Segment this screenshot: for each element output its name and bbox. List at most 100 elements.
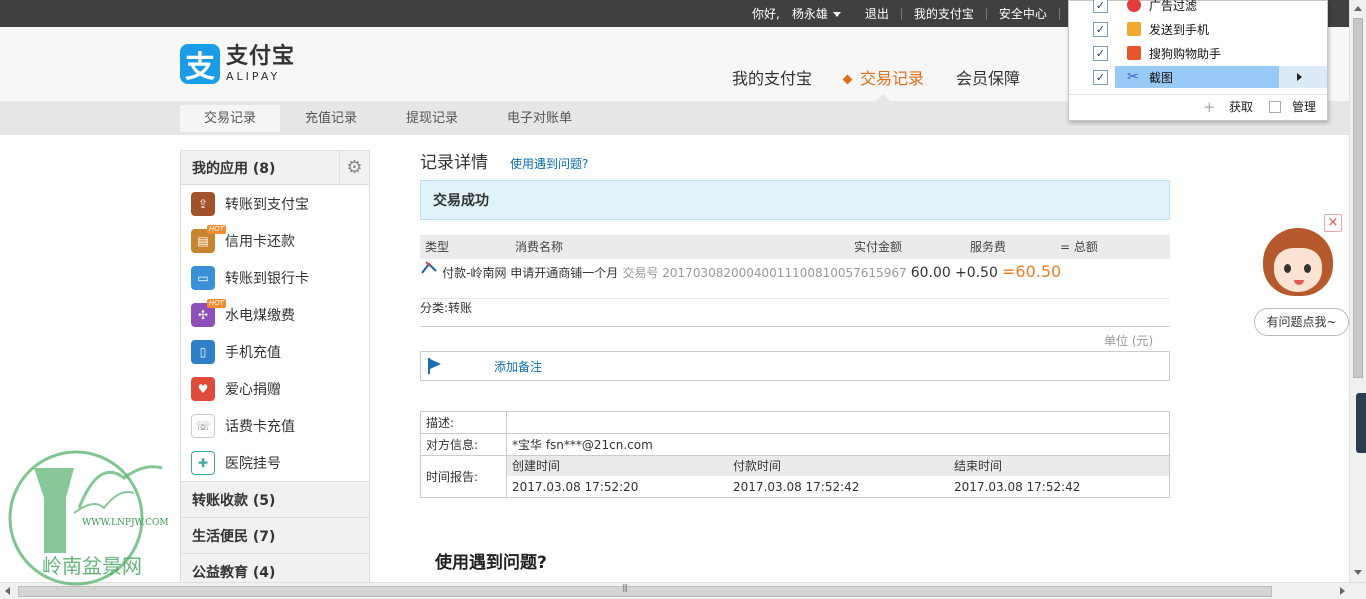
my-apps-header[interactable]: 我的应用 (8) ⚙ (181, 150, 369, 185)
scroll-down-icon[interactable] (1354, 570, 1362, 575)
phone-icon: ▯ (191, 339, 215, 364)
checkbox[interactable]: ✓ (1093, 69, 1108, 85)
party-row: 对方信息: *宝华 fsn***@21cn.com (421, 434, 1169, 456)
group-life[interactable]: 生活便民 (7) (181, 517, 369, 553)
gear-icon[interactable]: ⚙ (339, 150, 369, 185)
desc-label: 描述: (421, 412, 507, 433)
checkbox[interactable]: ✓ (1093, 0, 1108, 13)
app-utilities[interactable]: ✣ HOT 水电煤缴费 (181, 296, 369, 333)
scroll-thumb[interactable] (18, 586, 1272, 597)
app-phone-recharge[interactable]: ▯ 手机充值 (181, 333, 369, 370)
time-label: 时间报告: (421, 456, 507, 497)
nav-my-alipay[interactable]: 我的支付宝 (732, 65, 812, 89)
ad-filter-icon (1127, 0, 1141, 12)
menu-item-label: 搜狗购物助手 (1149, 46, 1222, 61)
assistant-face (1274, 248, 1322, 292)
submenu-arrow-icon (1297, 73, 1302, 81)
get-extensions-link[interactable]: 获取 (1229, 98, 1253, 115)
service-fee: +0.50 (954, 265, 998, 281)
app-label: 水电煤缴费 (225, 307, 295, 324)
scroll-left-icon[interactable] (5, 587, 10, 595)
checkbox[interactable]: ✓ (1093, 45, 1108, 61)
help-bubble[interactable]: 有问题点我~ (1254, 308, 1349, 336)
menu-item-label: 截图 (1149, 70, 1174, 85)
bank-card-icon: ▭ (191, 265, 215, 290)
apps-sidebar: 我的应用 (8) ⚙ ⇪ 转账到支付宝 ▤ HOT 信用卡还款 ▭ 转账到银行卡 … (180, 150, 370, 590)
scroll-up-icon[interactable] (1354, 6, 1362, 11)
utilities-icon: ✣ HOT (191, 298, 227, 327)
tab-recharge[interactable]: 充值记录 (281, 105, 381, 132)
watermark-name: 岭南盆景网 (42, 554, 142, 578)
greeting-text: 你好, (752, 7, 780, 21)
col-paid: 实付金额 (854, 240, 903, 254)
close-icon[interactable]: × (1324, 214, 1342, 232)
item-name[interactable]: 付款-岭南网 申请开通商铺一个月 (442, 266, 618, 280)
app-hospital[interactable]: ✚ 医院挂号 (181, 444, 369, 481)
alipay-logo[interactable]: 支 支付宝 ALIPAY (180, 44, 296, 85)
horizontal-scrollbar[interactable]: ||| (0, 582, 1366, 599)
username-menu[interactable]: 杨永雄 (792, 5, 853, 22)
plus-icon: + (1203, 97, 1216, 116)
menu-item-ad-filter[interactable]: ✓ 广告过滤 (1069, 0, 1327, 17)
nav-transactions[interactable]: 交易记录 (844, 65, 924, 89)
security-center-link[interactable]: 安全中心 (987, 5, 1059, 22)
app-transfer-bank[interactable]: ▭ 转账到银行卡 (181, 259, 369, 296)
my-apps-title: 我的应用 (8) (192, 160, 276, 177)
table-header: 类型 消费名称 实付金额 服务费 = 总额 (420, 235, 1170, 259)
scroll-thumb[interactable] (1353, 18, 1363, 378)
help-assistant[interactable]: × 有问题点我~ (1254, 214, 1349, 339)
group-transfer[interactable]: 转账收款 (5) (181, 481, 369, 517)
trade-number: 交易号 2017030820004001110081005761596​7 (622, 266, 906, 280)
help-link[interactable]: 使用遇到问题? (510, 155, 588, 172)
add-note-bar[interactable]: 添加备注 (420, 351, 1170, 381)
assistant-eye (1304, 264, 1311, 273)
paid-amount: 60.00 (910, 265, 951, 281)
menu-item-shopping[interactable]: ✓ 搜狗购物助手 (1069, 41, 1327, 65)
tab-withdraw[interactable]: 提现记录 (382, 105, 482, 132)
payment-type-icon (420, 261, 442, 281)
tab-transactions[interactable]: 交易记录 (180, 105, 281, 132)
vertical-scrollbar[interactable] (1349, 0, 1366, 582)
manage-icon (1269, 100, 1281, 113)
site-watermark: WWW.LNPJW.COM 岭南盆景网 (4, 438, 169, 598)
nav-member-protection[interactable]: 会员保障 (956, 65, 1020, 89)
grip-icon: ||| (622, 583, 628, 592)
table-row: 分类:转账 (420, 299, 1170, 327)
menu-item-screenshot[interactable]: ✓ ✂ 截图 (1069, 65, 1327, 89)
main-nav: 我的支付宝 交易记录 会员保障 (732, 65, 1052, 102)
app-credit-card[interactable]: ▤ HOT 信用卡还款 (181, 222, 369, 259)
app-label: 转账到银行卡 (225, 270, 309, 287)
created-time-header: 创建时间 (512, 459, 561, 473)
logo-text-en: ALIPAY (226, 70, 281, 83)
hospital-icon: ✚ (191, 450, 215, 475)
extension-menu: ✓ 广告过滤 ✓ 发送到手机 ✓ 搜狗购物助手 ✓ ✂ 截图 + 获取 管理 (1068, 0, 1328, 121)
trade-number-label: 交易号 (622, 266, 659, 280)
unit-label: 单位 (元) (1104, 334, 1154, 348)
menu-item-send-phone[interactable]: ✓ 发送到手机 (1069, 17, 1327, 41)
app-label: 话费卡充值 (225, 418, 295, 435)
party-value: *宝华 fsn***@21cn.com (512, 438, 653, 452)
manage-link[interactable]: 管理 (1292, 98, 1316, 115)
created-time: 2017.03.08 17:52:20 (512, 480, 639, 494)
add-note-link[interactable]: 添加备注 (494, 358, 542, 375)
heart-icon: ♥ (191, 376, 215, 401)
app-label: 转账到支付宝 (225, 196, 309, 213)
logo-text-cn: 支付宝 (226, 44, 296, 69)
scroll-right-icon[interactable] (1340, 587, 1345, 595)
side-panel-tab[interactable] (1356, 393, 1366, 453)
party-label: 对方信息: (421, 434, 507, 455)
checkbox[interactable]: ✓ (1093, 21, 1108, 37)
col-type: 类型 (425, 240, 450, 254)
my-alipay-link[interactable]: 我的支付宝 (902, 5, 986, 22)
app-transfer-alipay[interactable]: ⇪ 转账到支付宝 (181, 185, 369, 222)
chevron-down-icon (832, 12, 841, 17)
end-time-header: 结束时间 (954, 459, 1003, 473)
app-phone-card[interactable]: ☏ 话费卡充值 (181, 407, 369, 444)
col-total: = 总额 (1060, 240, 1098, 254)
logout-link[interactable]: 退出 (853, 5, 901, 22)
transfer-icon: ⇪ (191, 191, 215, 216)
status-banner: 交易成功 (420, 180, 1170, 220)
alipay-logo-icon: 支 (180, 44, 220, 85)
app-donation[interactable]: ♥ 爱心捐赠 (181, 370, 369, 407)
tab-statement[interactable]: 电子对账单 (483, 105, 596, 132)
